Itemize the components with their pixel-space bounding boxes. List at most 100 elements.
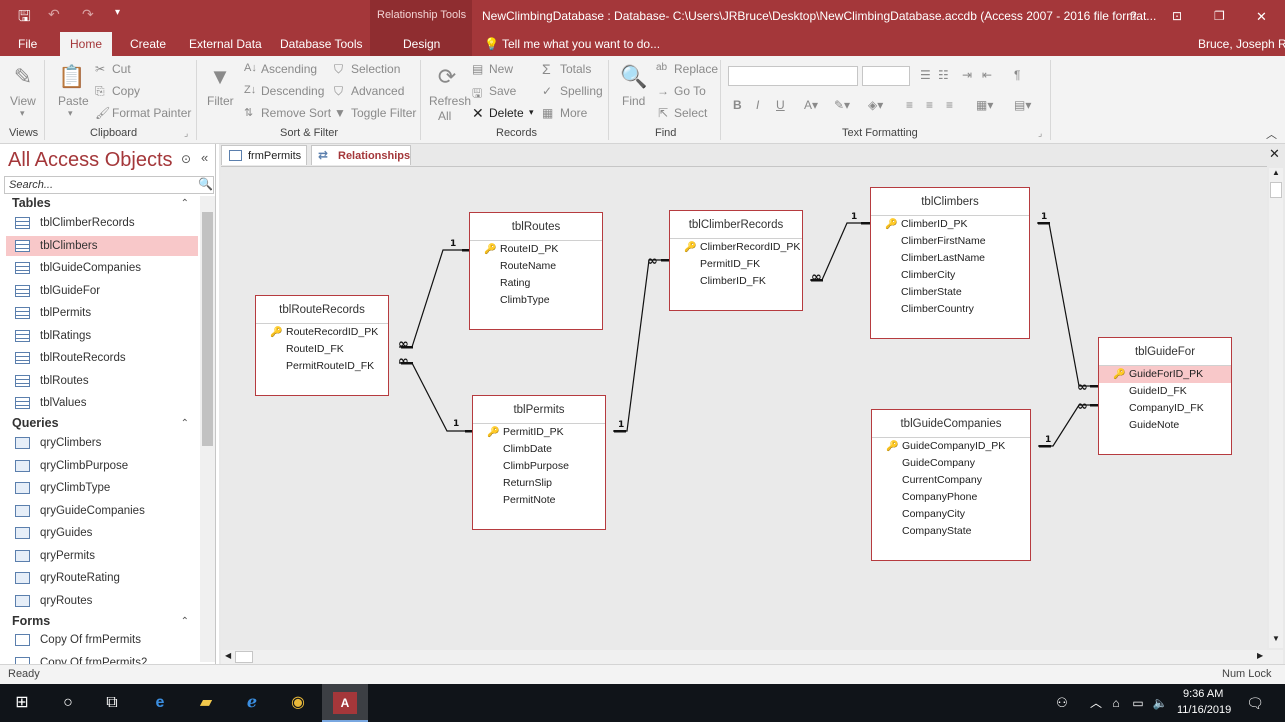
table-field[interactable]: ClimberCity <box>871 267 1029 284</box>
nav-search-input[interactable]: Search... <box>4 176 214 194</box>
nav-item[interactable]: tblRoutes <box>6 371 198 391</box>
tables-collapse-icon[interactable]: ⌃ <box>181 198 189 209</box>
nav-collapse-icon[interactable]: « <box>201 150 208 165</box>
file-explorer-icon[interactable]: ▰ <box>194 692 218 714</box>
table-title[interactable]: tblClimbers <box>871 188 1029 216</box>
nav-item[interactable]: tblRouteRecords <box>6 348 198 368</box>
table-field[interactable]: ClimbPurpose <box>473 458 605 475</box>
nav-pane-title[interactable]: All Access Objects <box>8 149 173 172</box>
paste-dropdown-icon[interactable]: ▾ <box>68 108 73 119</box>
new-icon[interactable]: ▤ <box>472 62 483 76</box>
internet-explorer-icon[interactable]: ℯ <box>240 692 264 714</box>
relationship-table[interactable]: tblGuideCompanies 🔑 GuideCompanyID_PK Guide… <box>871 409 1031 561</box>
clock-date[interactable]: 11/16/2019 <box>1177 704 1231 716</box>
copy-icon[interactable]: ⎘ <box>95 84 105 99</box>
text-formatting-launcher-icon[interactable]: ⌟ <box>1038 128 1042 139</box>
tab-frmpermits[interactable]: frmPermits <box>221 145 307 165</box>
table-title[interactable]: tblGuideFor <box>1099 338 1231 366</box>
chrome-icon[interactable]: ◉ <box>286 692 310 714</box>
queries-collapse-icon[interactable]: ⌃ <box>181 418 189 429</box>
paste-icon[interactable]: 📋 <box>57 62 87 92</box>
close-document-icon[interactable]: ✕ <box>1269 146 1280 162</box>
tab-design[interactable]: Design <box>403 37 440 51</box>
nav-item[interactable]: qryGuides <box>6 523 198 543</box>
tab-create[interactable]: Create <box>130 37 166 51</box>
refresh-button[interactable]: Refresh <box>429 94 471 108</box>
relationship-line[interactable] <box>1037 222 1091 387</box>
replace-icon[interactable]: ab <box>656 62 667 73</box>
table-field[interactable]: CompanyCity <box>872 506 1030 523</box>
table-field[interactable]: CurrentCompany <box>872 472 1030 489</box>
notifications-icon[interactable]: 🗨 <box>1243 692 1267 714</box>
task-view-icon[interactable]: ⧉ <box>100 692 124 714</box>
table-field[interactable]: 🔑 GuideForID_PK <box>1099 366 1231 383</box>
font-size-combo[interactable] <box>862 66 910 86</box>
delete-dropdown-icon[interactable]: ▾ <box>529 107 534 118</box>
toggle-filter-button[interactable]: Toggle Filter <box>351 106 416 120</box>
tab-database-tools[interactable]: Database Tools <box>280 37 363 51</box>
find-icon[interactable]: 🔍 <box>619 62 649 92</box>
paste-button[interactable]: Paste <box>58 94 89 108</box>
align-right-icon[interactable]: ≡ <box>946 98 953 112</box>
refresh-all-label[interactable]: All <box>438 109 451 123</box>
table-field[interactable]: ReturnSlip <box>473 475 605 492</box>
paragraph-direction-icon[interactable]: ¶ <box>1014 68 1020 82</box>
relationship-table[interactable]: tblGuideFor 🔑 GuideForID_PK GuideID_FK Compa… <box>1098 337 1232 455</box>
nav-item[interactable]: qryClimbType <box>6 478 198 498</box>
table-title[interactable]: tblGuideCompanies <box>872 410 1030 438</box>
table-field[interactable]: CompanyID_FK <box>1099 400 1231 417</box>
remove-sort-icon[interactable]: ⇅ <box>244 106 253 119</box>
delete-button[interactable]: Delete <box>489 106 524 120</box>
nav-item[interactable]: qryRoutes <box>6 591 198 611</box>
view-dropdown-icon[interactable]: ▾ <box>20 108 25 119</box>
clock-time[interactable]: 9:36 AM <box>1183 688 1223 700</box>
nav-item[interactable]: qryPermits <box>6 546 198 566</box>
totals-icon[interactable]: Σ <box>542 61 551 77</box>
nav-item[interactable]: tblClimberRecords <box>6 213 198 233</box>
clipboard-launcher-icon[interactable]: ⌟ <box>184 128 188 139</box>
filter-icon[interactable]: ▼ <box>205 62 235 92</box>
table-title[interactable]: tblRouteRecords <box>256 296 388 324</box>
nav-item[interactable]: tblValues <box>6 393 198 413</box>
save-record-icon[interactable]: 🖫 <box>472 84 482 105</box>
selection-button[interactable]: Selection <box>351 62 400 76</box>
table-field[interactable]: 🔑 PermitID_PK <box>473 424 605 441</box>
nav-item[interactable]: Copy Of frmPermits <box>6 630 198 650</box>
relationship-table[interactable]: tblClimbers 🔑 ClimberID_PK ClimberFirstName… <box>870 187 1030 339</box>
scroll-left-icon[interactable]: ◀ <box>225 651 231 660</box>
ascending-icon[interactable]: A↓ <box>244 62 257 74</box>
nav-item[interactable]: qryRouteRating <box>6 568 198 588</box>
relationships-canvas[interactable]: 1 ∞ 1 ∞ 1 ∞ 1 ∞ 1 ∞ 1 ∞ tblRouteRecords 🔑 RouteRecord… <box>221 166 1267 650</box>
undo-icon[interactable]: ↶ <box>48 6 60 23</box>
table-field[interactable]: CompanyPhone <box>872 489 1030 506</box>
nav-scrollbar-thumb[interactable] <box>202 212 213 446</box>
table-field[interactable]: ClimberFirstName <box>871 233 1029 250</box>
vertical-scrollbar[interactable]: ▲ ▼ <box>1269 168 1283 648</box>
advanced-button[interactable]: Advanced <box>351 84 404 98</box>
table-field[interactable]: 🔑 ClimberRecordID_PK <box>670 239 802 256</box>
align-center-icon[interactable]: ≡ <box>926 98 933 112</box>
font-name-combo[interactable] <box>728 66 858 86</box>
nav-item[interactable]: qryClimbers <box>6 433 198 453</box>
table-title[interactable]: tblClimberRecords <box>670 211 802 239</box>
close-button[interactable]: ✕ <box>1256 9 1267 25</box>
save-record-button[interactable]: Save <box>489 84 516 98</box>
table-field[interactable]: ClimberState <box>871 284 1029 301</box>
nav-item[interactable]: qryClimbPurpose <box>6 456 198 476</box>
scroll-thumb[interactable] <box>1270 182 1282 198</box>
table-field[interactable]: PermitNote <box>473 492 605 509</box>
volume-icon[interactable]: 🔈 <box>1148 692 1172 714</box>
forms-section-header[interactable]: Forms <box>12 614 50 628</box>
tab-external-data[interactable]: External Data <box>189 37 262 51</box>
table-field[interactable]: 🔑 ClimberID_PK <box>871 216 1029 233</box>
cut-icon[interactable]: ✂ <box>95 62 105 76</box>
relationship-line[interactable] <box>399 249 463 348</box>
view-icon[interactable]: ✎ <box>8 62 38 92</box>
horizontal-scrollbar[interactable]: ◀ ▶ <box>221 650 1283 664</box>
bold-button[interactable]: B <box>733 98 742 112</box>
format-painter-button[interactable]: Format Painter <box>112 106 191 120</box>
more-icon[interactable]: ▦ <box>542 106 553 120</box>
descending-icon[interactable]: Z↓ <box>244 84 256 96</box>
refresh-icon[interactable]: ⟳ <box>432 62 462 92</box>
nav-item[interactable]: tblGuideFor <box>6 281 198 301</box>
